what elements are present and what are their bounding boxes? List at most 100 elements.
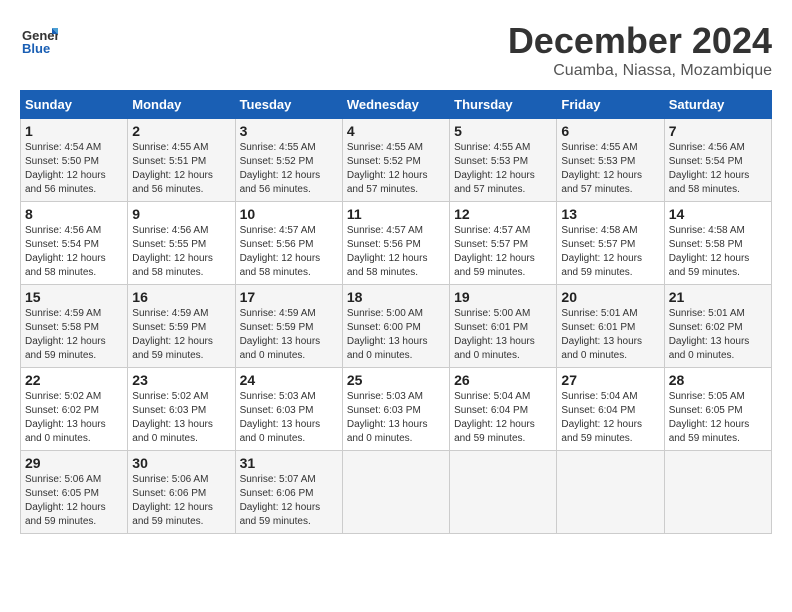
day-number: 25 — [347, 372, 445, 388]
calendar-row: 29 Sunrise: 5:06 AM Sunset: 6:05 PM Dayl… — [21, 451, 772, 534]
col-thursday: Thursday — [450, 91, 557, 119]
table-row: 20 Sunrise: 5:01 AM Sunset: 6:01 PM Dayl… — [557, 285, 664, 368]
day-number: 19 — [454, 289, 552, 305]
day-number: 13 — [561, 206, 659, 222]
table-row: 8 Sunrise: 4:56 AM Sunset: 5:54 PM Dayli… — [21, 202, 128, 285]
day-info: Sunrise: 5:00 AM Sunset: 6:01 PM Dayligh… — [454, 307, 552, 363]
day-number: 17 — [240, 289, 338, 305]
day-number: 29 — [25, 455, 123, 471]
calendar-row: 22 Sunrise: 5:02 AM Sunset: 6:02 PM Dayl… — [21, 368, 772, 451]
day-info: Sunrise: 5:05 AM Sunset: 6:05 PM Dayligh… — [669, 390, 767, 446]
day-number: 30 — [132, 455, 230, 471]
title-area: December 2024 Cuamba, Niassa, Mozambique — [508, 20, 772, 80]
calendar-table: Sunday Monday Tuesday Wednesday Thursday… — [20, 90, 772, 534]
table-row: 6 Sunrise: 4:55 AM Sunset: 5:53 PM Dayli… — [557, 119, 664, 202]
day-number: 14 — [669, 206, 767, 222]
day-info: Sunrise: 4:58 AM Sunset: 5:58 PM Dayligh… — [669, 224, 767, 280]
table-row: 22 Sunrise: 5:02 AM Sunset: 6:02 PM Dayl… — [21, 368, 128, 451]
day-info: Sunrise: 4:56 AM Sunset: 5:54 PM Dayligh… — [669, 141, 767, 197]
table-row — [450, 451, 557, 534]
table-row: 4 Sunrise: 4:55 AM Sunset: 5:52 PM Dayli… — [342, 119, 449, 202]
day-info: Sunrise: 5:02 AM Sunset: 6:03 PM Dayligh… — [132, 390, 230, 446]
table-row: 5 Sunrise: 4:55 AM Sunset: 5:53 PM Dayli… — [450, 119, 557, 202]
month-title: December 2024 — [508, 20, 772, 62]
day-number: 16 — [132, 289, 230, 305]
table-row: 31 Sunrise: 5:07 AM Sunset: 6:06 PM Dayl… — [235, 451, 342, 534]
table-row: 1 Sunrise: 4:54 AM Sunset: 5:50 PM Dayli… — [21, 119, 128, 202]
svg-text:Blue: Blue — [22, 41, 50, 56]
header: General Blue December 2024 Cuamba, Niass… — [20, 20, 772, 80]
table-row: 12 Sunrise: 4:57 AM Sunset: 5:57 PM Dayl… — [450, 202, 557, 285]
table-row — [557, 451, 664, 534]
day-info: Sunrise: 4:56 AM Sunset: 5:54 PM Dayligh… — [25, 224, 123, 280]
day-info: Sunrise: 5:07 AM Sunset: 6:06 PM Dayligh… — [240, 473, 338, 529]
col-saturday: Saturday — [664, 91, 771, 119]
table-row: 2 Sunrise: 4:55 AM Sunset: 5:51 PM Dayli… — [128, 119, 235, 202]
day-number: 18 — [347, 289, 445, 305]
col-sunday: Sunday — [21, 91, 128, 119]
day-number: 8 — [25, 206, 123, 222]
day-number: 20 — [561, 289, 659, 305]
header-row: Sunday Monday Tuesday Wednesday Thursday… — [21, 91, 772, 119]
day-number: 22 — [25, 372, 123, 388]
day-number: 11 — [347, 206, 445, 222]
day-number: 27 — [561, 372, 659, 388]
day-info: Sunrise: 5:02 AM Sunset: 6:02 PM Dayligh… — [25, 390, 123, 446]
logo-icon: General Blue — [20, 20, 58, 58]
day-info: Sunrise: 5:01 AM Sunset: 6:01 PM Dayligh… — [561, 307, 659, 363]
table-row — [664, 451, 771, 534]
day-info: Sunrise: 5:06 AM Sunset: 6:06 PM Dayligh… — [132, 473, 230, 529]
day-number: 31 — [240, 455, 338, 471]
logo: General Blue — [20, 20, 58, 58]
table-row: 16 Sunrise: 4:59 AM Sunset: 5:59 PM Dayl… — [128, 285, 235, 368]
day-info: Sunrise: 4:57 AM Sunset: 5:56 PM Dayligh… — [240, 224, 338, 280]
table-row: 28 Sunrise: 5:05 AM Sunset: 6:05 PM Dayl… — [664, 368, 771, 451]
table-row: 17 Sunrise: 4:59 AM Sunset: 5:59 PM Dayl… — [235, 285, 342, 368]
day-number: 6 — [561, 123, 659, 139]
col-friday: Friday — [557, 91, 664, 119]
table-row: 11 Sunrise: 4:57 AM Sunset: 5:56 PM Dayl… — [342, 202, 449, 285]
table-row: 10 Sunrise: 4:57 AM Sunset: 5:56 PM Dayl… — [235, 202, 342, 285]
day-info: Sunrise: 5:03 AM Sunset: 6:03 PM Dayligh… — [347, 390, 445, 446]
day-info: Sunrise: 4:55 AM Sunset: 5:52 PM Dayligh… — [240, 141, 338, 197]
day-info: Sunrise: 5:06 AM Sunset: 6:05 PM Dayligh… — [25, 473, 123, 529]
day-number: 3 — [240, 123, 338, 139]
table-row: 30 Sunrise: 5:06 AM Sunset: 6:06 PM Dayl… — [128, 451, 235, 534]
table-row: 9 Sunrise: 4:56 AM Sunset: 5:55 PM Dayli… — [128, 202, 235, 285]
table-row: 7 Sunrise: 4:56 AM Sunset: 5:54 PM Dayli… — [664, 119, 771, 202]
table-row: 26 Sunrise: 5:04 AM Sunset: 6:04 PM Dayl… — [450, 368, 557, 451]
day-number: 4 — [347, 123, 445, 139]
day-info: Sunrise: 5:00 AM Sunset: 6:00 PM Dayligh… — [347, 307, 445, 363]
calendar-row: 15 Sunrise: 4:59 AM Sunset: 5:58 PM Dayl… — [21, 285, 772, 368]
day-info: Sunrise: 4:57 AM Sunset: 5:56 PM Dayligh… — [347, 224, 445, 280]
table-row: 24 Sunrise: 5:03 AM Sunset: 6:03 PM Dayl… — [235, 368, 342, 451]
table-row: 27 Sunrise: 5:04 AM Sunset: 6:04 PM Dayl… — [557, 368, 664, 451]
table-row: 19 Sunrise: 5:00 AM Sunset: 6:01 PM Dayl… — [450, 285, 557, 368]
day-number: 2 — [132, 123, 230, 139]
day-number: 26 — [454, 372, 552, 388]
day-info: Sunrise: 5:01 AM Sunset: 6:02 PM Dayligh… — [669, 307, 767, 363]
day-number: 21 — [669, 289, 767, 305]
table-row: 21 Sunrise: 5:01 AM Sunset: 6:02 PM Dayl… — [664, 285, 771, 368]
calendar-row: 1 Sunrise: 4:54 AM Sunset: 5:50 PM Dayli… — [21, 119, 772, 202]
day-number: 23 — [132, 372, 230, 388]
day-info: Sunrise: 5:04 AM Sunset: 6:04 PM Dayligh… — [454, 390, 552, 446]
day-info: Sunrise: 5:04 AM Sunset: 6:04 PM Dayligh… — [561, 390, 659, 446]
day-info: Sunrise: 4:55 AM Sunset: 5:53 PM Dayligh… — [561, 141, 659, 197]
day-number: 28 — [669, 372, 767, 388]
day-number: 10 — [240, 206, 338, 222]
table-row: 29 Sunrise: 5:06 AM Sunset: 6:05 PM Dayl… — [21, 451, 128, 534]
location-subtitle: Cuamba, Niassa, Mozambique — [508, 62, 772, 80]
table-row: 15 Sunrise: 4:59 AM Sunset: 5:58 PM Dayl… — [21, 285, 128, 368]
day-info: Sunrise: 4:55 AM Sunset: 5:53 PM Dayligh… — [454, 141, 552, 197]
table-row: 25 Sunrise: 5:03 AM Sunset: 6:03 PM Dayl… — [342, 368, 449, 451]
day-number: 9 — [132, 206, 230, 222]
day-info: Sunrise: 4:59 AM Sunset: 5:58 PM Dayligh… — [25, 307, 123, 363]
col-tuesday: Tuesday — [235, 91, 342, 119]
col-monday: Monday — [128, 91, 235, 119]
table-row: 13 Sunrise: 4:58 AM Sunset: 5:57 PM Dayl… — [557, 202, 664, 285]
day-number: 15 — [25, 289, 123, 305]
day-info: Sunrise: 4:55 AM Sunset: 5:52 PM Dayligh… — [347, 141, 445, 197]
table-row: 23 Sunrise: 5:02 AM Sunset: 6:03 PM Dayl… — [128, 368, 235, 451]
table-row: 14 Sunrise: 4:58 AM Sunset: 5:58 PM Dayl… — [664, 202, 771, 285]
